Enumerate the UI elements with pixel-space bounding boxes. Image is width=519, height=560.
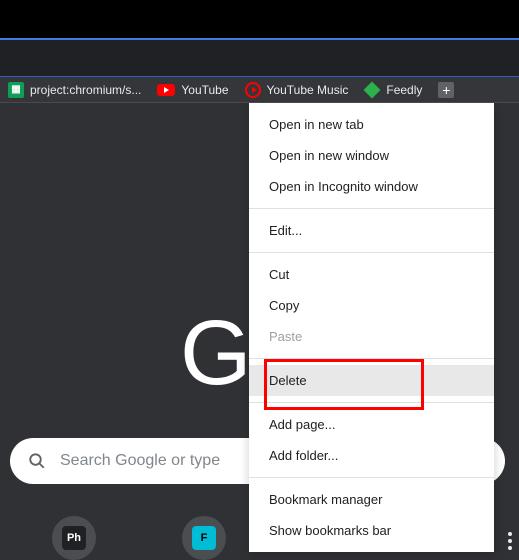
menu-bookmark-manager[interactable]: Bookmark manager [249, 484, 494, 515]
menu-divider [249, 208, 494, 209]
context-menu: Open in new tab Open in new window Open … [249, 103, 494, 552]
menu-show-bookmarks-bar[interactable]: Show bookmarks bar [249, 515, 494, 546]
menu-delete[interactable]: Delete [249, 365, 494, 396]
google-logo: G [180, 301, 252, 406]
menu-divider [249, 402, 494, 403]
shortcut-favicon: Ph [62, 526, 86, 550]
youtube-icon [157, 84, 175, 96]
bookmarks-bar: ▦ project:chromium/s... YouTube YouTube … [0, 77, 519, 103]
menu-divider [249, 358, 494, 359]
bookmark-label: Feedly [386, 83, 422, 97]
bookmark-item-youtube-music[interactable]: YouTube Music [245, 82, 349, 98]
new-tab-content: G Search Google or type Ph F Open in new… [0, 103, 519, 560]
menu-open-new-tab[interactable]: Open in new tab [249, 109, 494, 140]
bookmark-item-youtube[interactable]: YouTube [157, 83, 228, 97]
bookmark-label: YouTube Music [267, 83, 349, 97]
feedly-icon [364, 81, 381, 98]
more-menu-icon[interactable] [503, 532, 517, 550]
search-icon [28, 452, 46, 470]
menu-open-incognito[interactable]: Open in Incognito window [249, 171, 494, 202]
shortcut-tile[interactable]: Ph [52, 516, 96, 560]
menu-divider [249, 252, 494, 253]
menu-add-page[interactable]: Add page... [249, 409, 494, 440]
plus-icon: + [438, 82, 454, 98]
menu-add-folder[interactable]: Add folder... [249, 440, 494, 471]
shortcut-favicon: F [192, 526, 216, 550]
bookmark-label: project:chromium/s... [30, 83, 141, 97]
menu-cut[interactable]: Cut [249, 259, 494, 290]
bookmark-add[interactable]: + [438, 82, 454, 98]
shortcut-tile[interactable]: F [182, 516, 226, 560]
menu-divider [249, 477, 494, 478]
bookmark-item-project[interactable]: ▦ project:chromium/s... [8, 82, 141, 98]
sheets-icon: ▦ [8, 82, 24, 98]
menu-open-new-window[interactable]: Open in new window [249, 140, 494, 171]
menu-paste: Paste [249, 321, 494, 352]
youtube-music-icon [245, 82, 261, 98]
tab-strip[interactable] [0, 40, 519, 76]
window-top-bar [0, 0, 519, 38]
menu-copy[interactable]: Copy [249, 290, 494, 321]
bookmark-label: YouTube [181, 83, 228, 97]
bookmark-item-feedly[interactable]: Feedly [364, 82, 422, 98]
search-placeholder: Search Google or type [60, 452, 220, 470]
menu-edit[interactable]: Edit... [249, 215, 494, 246]
